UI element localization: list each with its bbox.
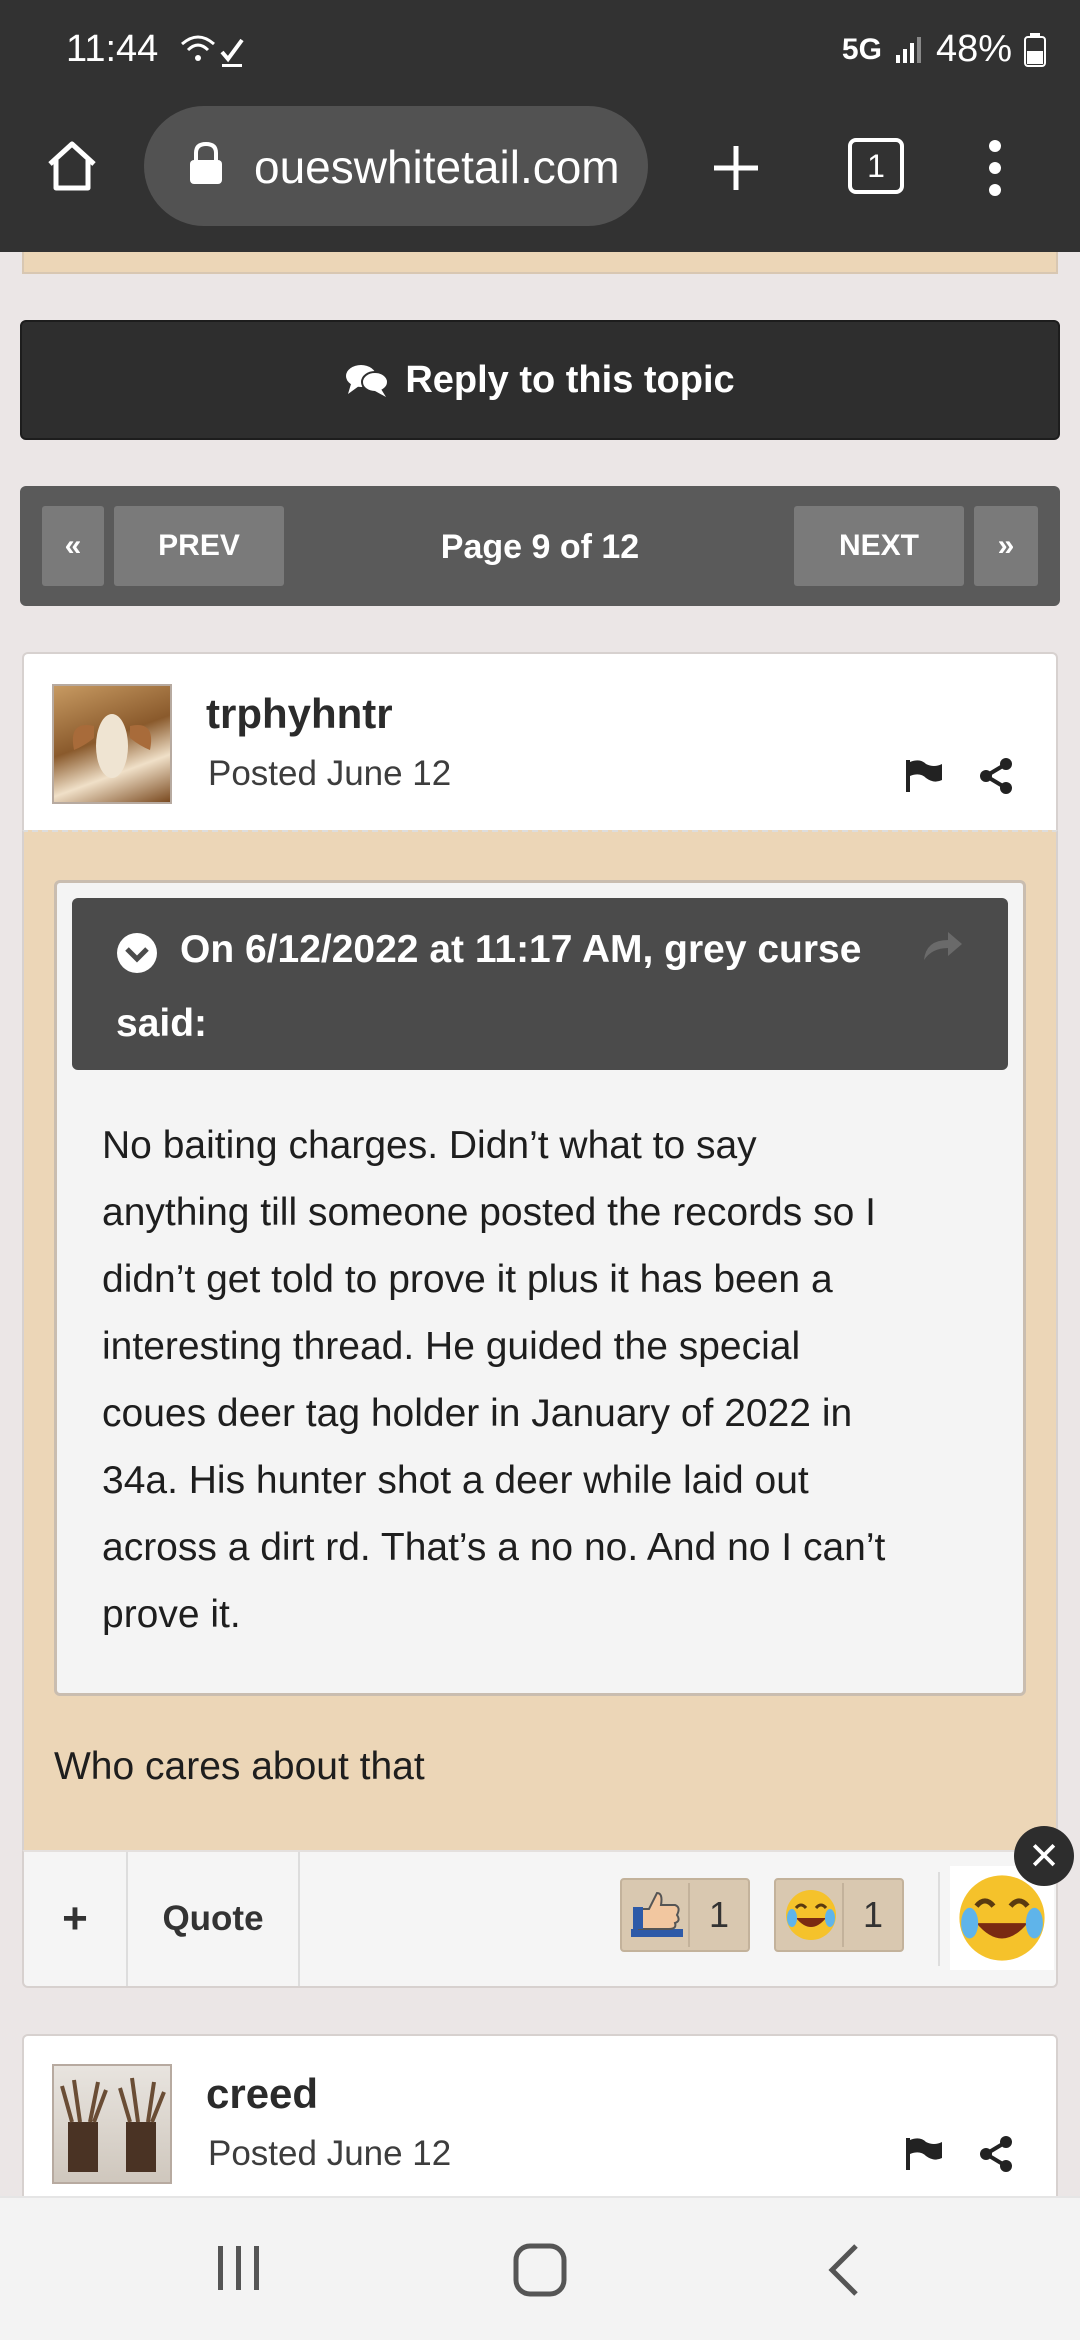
post-reply-text: Who cares about that (54, 1745, 425, 1788)
browser-toolbar: oueswhitetail.com 1 (0, 100, 1080, 252)
quote-line: anything till someone posted the records… (102, 1191, 876, 1234)
quote-text: No baiting charges. Didn’t what to say a… (102, 1112, 1002, 1648)
deer-mounts-avatar-icon (60, 2077, 166, 2172)
laughing-emoji-icon (780, 1883, 844, 1947)
post-date[interactable]: Posted June 12 (208, 2134, 451, 2174)
quote-attribution-said: said: (116, 1002, 208, 1045)
reaction-count: 1 (708, 1894, 730, 1935)
reply-topic-button[interactable]: Reply to this topic (20, 320, 1060, 440)
status-right: 5G 48% (842, 28, 1046, 71)
status-icons (180, 32, 250, 77)
quote-line: didn’t get told to prove it plus it has … (102, 1258, 833, 1301)
system-nav-bar (0, 2196, 1080, 2340)
thumbs-up-icon (626, 1883, 690, 1947)
quote-line: 34a. His hunter shot a deer while laid o… (102, 1459, 809, 1502)
reaction-like[interactable]: 1 (620, 1878, 750, 1952)
comments-icon (346, 365, 390, 397)
previous-post-bottom (22, 252, 1058, 274)
post-header: trphyhntr Posted June 12 (22, 652, 1058, 832)
ram-avatar-icon (72, 714, 152, 778)
flag-icon[interactable] (904, 758, 944, 794)
reaction-count: 1 (862, 1894, 884, 1935)
reaction-haha[interactable]: 1 (774, 1878, 904, 1952)
quote-attribution: On 6/12/2022 at 11:17 AM, grey curse (180, 928, 862, 971)
divider (938, 1872, 940, 1966)
quote-line: interesting thread. He guided the specia… (102, 1325, 801, 1368)
url-text: oueswhitetail.com (254, 141, 620, 193)
quote-line: across a dirt rd. That’s a no no. And no… (102, 1526, 886, 1569)
close-icon[interactable]: ✕ (1014, 1826, 1074, 1886)
network-indicator: 5G (841, 32, 882, 66)
quote-line: prove it. (102, 1593, 241, 1636)
quote-line: No baiting charges. Didn’t what to say (102, 1124, 757, 1167)
url-bar[interactable]: oueswhitetail.com (144, 106, 648, 226)
avatar[interactable] (52, 2064, 172, 2184)
lock-icon (190, 141, 222, 184)
pagination: « PREV Page 9 of 12 NEXT » (20, 486, 1060, 606)
quote-button[interactable]: Quote (128, 1852, 300, 1986)
post-header: creed Posted June 12 (22, 2034, 1058, 2204)
recent-apps-icon[interactable] (214, 2242, 264, 2294)
post-author[interactable]: creed (206, 2070, 318, 2118)
go-to-quote-icon[interactable] (920, 928, 964, 964)
multiquote-button[interactable]: + (24, 1852, 128, 1986)
flag-icon[interactable] (904, 2136, 944, 2172)
battery-percent: 48% (935, 28, 1012, 70)
battery-icon (1024, 32, 1046, 67)
signal-icon (895, 36, 921, 63)
post-date[interactable]: Posted June 12 (208, 754, 451, 794)
last-page-button[interactable]: » (974, 506, 1038, 586)
menu-icon[interactable] (980, 138, 1010, 198)
tab-switcher-button[interactable]: 1 (848, 138, 904, 194)
share-icon[interactable] (976, 2134, 1016, 2174)
wifi-icon (181, 35, 244, 67)
back-icon[interactable] (824, 2242, 864, 2298)
reply-topic-label: Reply to this topic (405, 358, 735, 401)
home-icon[interactable] (44, 138, 100, 194)
laughing-emoji-icon (959, 1875, 1045, 1961)
post-actions: + Quote 1 1 (22, 1850, 1058, 1988)
chevron-down-circle-icon[interactable] (116, 932, 158, 974)
share-icon[interactable] (976, 756, 1016, 796)
home-nav-icon[interactable] (512, 2242, 568, 2298)
quote-line: coues deer tag holder in January of 2022… (102, 1392, 853, 1435)
status-bar: 11:44 5G 48% (0, 0, 1080, 100)
post-author[interactable]: trphyhntr (206, 690, 393, 738)
avatar[interactable] (52, 684, 172, 804)
new-tab-icon[interactable] (708, 140, 764, 196)
quote-header[interactable]: On 6/12/2022 at 11:17 AM, grey curse sai… (72, 898, 1008, 1070)
next-page-button[interactable]: NEXT (794, 506, 964, 586)
status-time: 11:44 (66, 28, 159, 70)
